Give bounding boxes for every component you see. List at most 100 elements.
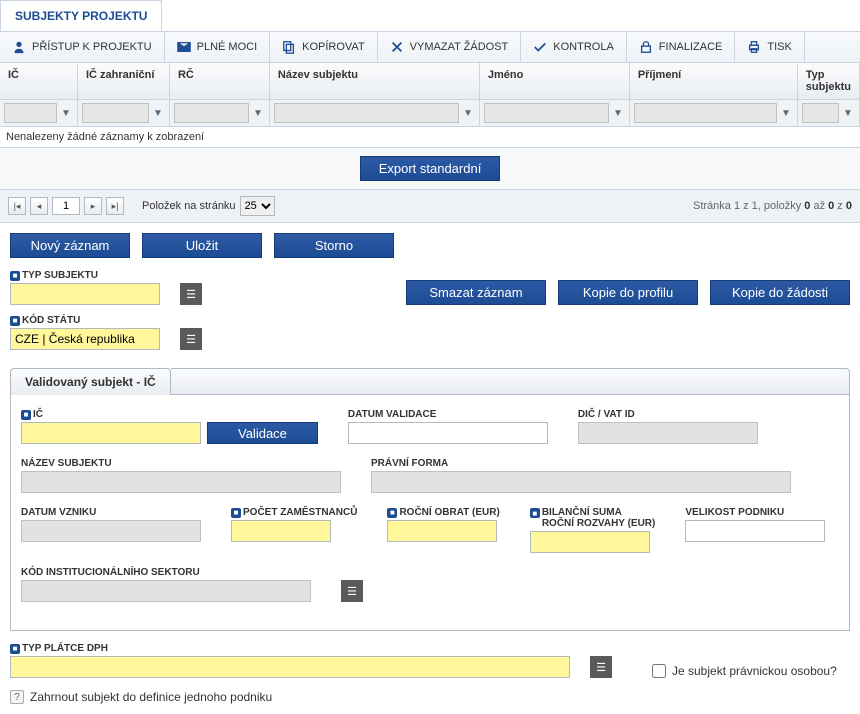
required-icon: ■ — [10, 271, 20, 281]
save-button[interactable]: Uložit — [142, 233, 262, 258]
toolbar-print[interactable]: TISK — [735, 32, 804, 62]
col-name[interactable]: Název subjektu — [270, 63, 480, 99]
tab-subjekty[interactable]: SUBJEKTY PROJEKTU — [0, 0, 162, 31]
ic-input[interactable] — [21, 422, 201, 444]
pager-first[interactable]: |◂ — [8, 197, 26, 215]
pager-prev[interactable]: ◂ — [30, 197, 48, 215]
is-legal-checkbox[interactable] — [652, 664, 666, 678]
validate-button[interactable]: Validace — [207, 422, 318, 444]
filter-last[interactable] — [634, 103, 777, 123]
funnel-icon[interactable]: ▼ — [461, 103, 475, 123]
filter-rc[interactable] — [174, 103, 249, 123]
legal-form-input — [371, 471, 791, 493]
inst-code-label: KÓD INSTITUCIONÁLNÍHO SEKTORU — [21, 567, 311, 578]
delete-record-button[interactable]: Smazat záznam — [406, 280, 546, 305]
toolbar-delete-label: VYMAZAT ŽÁDOST — [410, 41, 509, 53]
funnel-icon[interactable]: ▼ — [779, 103, 793, 123]
date-valid-label: DATUM VALIDACE — [348, 409, 548, 420]
people-icon — [12, 40, 26, 54]
col-ic-foreign[interactable]: IČ zahraniční — [78, 63, 170, 99]
export-button[interactable]: Export standardní — [360, 156, 501, 181]
toolbar-delete[interactable]: VYMAZAT ŽÁDOST — [378, 32, 522, 62]
toolbar: PŘÍSTUP K PROJEKTU PLNÉ MOCI KOPÍROVAT V… — [0, 32, 860, 63]
funnel-icon[interactable]: ▼ — [151, 103, 165, 123]
required-icon: ■ — [10, 316, 20, 326]
vat-type-picker-button[interactable]: ☰ — [590, 656, 612, 678]
employees-label: ■ POČET ZAMĚSTNANCŮ — [231, 507, 357, 518]
required-icon: ■ — [387, 508, 397, 518]
vat-type-input[interactable] — [10, 656, 570, 678]
toolbar-power-label: PLNÉ MOCI — [197, 41, 258, 53]
grid-filter-row: ▼ ▼ ▼ ▼ ▼ ▼ ▼ — [0, 100, 860, 127]
per-page-select[interactable]: 25 — [240, 196, 275, 216]
copy-profile-button[interactable]: Kopie do profilu — [558, 280, 698, 305]
lock-icon — [639, 40, 653, 54]
col-first[interactable]: Jméno — [480, 63, 630, 99]
main-tab-row: SUBJEKTY PROJEKTU — [0, 0, 860, 32]
type-picker-button[interactable]: ☰ — [180, 283, 202, 305]
export-bar: Export standardní — [0, 147, 860, 190]
funnel-icon[interactable]: ▼ — [611, 103, 625, 123]
inst-code-input — [21, 580, 311, 602]
filter-ic-foreign[interactable] — [82, 103, 149, 123]
name-input — [21, 471, 341, 493]
toolbar-access[interactable]: PŘÍSTUP K PROJEKTU — [0, 32, 165, 62]
state-picker-button[interactable]: ☰ — [180, 328, 202, 350]
size-input[interactable] — [685, 520, 825, 542]
subtab-validated[interactable]: Validovaný subjekt - IČ — [10, 368, 171, 395]
grid-header: IČ IČ zahraniční RČ Název subjektu Jméno… — [0, 63, 860, 100]
funnel-icon[interactable]: ▼ — [841, 103, 855, 123]
copy-request-button[interactable]: Kopie do žádosti — [710, 280, 850, 305]
pager-last[interactable]: ▸| — [106, 197, 124, 215]
toolbar-copy[interactable]: KOPÍROVAT — [270, 32, 378, 62]
employees-input[interactable] — [231, 520, 331, 542]
toolbar-power[interactable]: PLNÉ MOCI — [165, 32, 271, 62]
filter-name[interactable] — [274, 103, 459, 123]
turnover-input[interactable] — [387, 520, 497, 542]
toolbar-finalize[interactable]: FINALIZACE — [627, 32, 736, 62]
type-input[interactable] — [10, 283, 160, 305]
legal-form-label: PRÁVNÍ FORMA — [371, 458, 791, 469]
funnel-icon[interactable]: ▼ — [59, 103, 73, 123]
inst-code-picker-button[interactable]: ☰ — [341, 580, 363, 602]
cancel-button[interactable]: Storno — [274, 233, 394, 258]
balance-input[interactable] — [530, 531, 650, 553]
toolbar-check-label: KONTROLA — [553, 41, 614, 53]
check-icon — [533, 40, 547, 54]
new-record-button[interactable]: Nový záznam — [10, 233, 130, 258]
col-type[interactable]: Typ subjektu — [798, 63, 860, 99]
ic-label: ■ IČ — [21, 409, 201, 420]
toolbar-copy-label: KOPÍROVAT — [302, 41, 365, 53]
col-last[interactable]: Příjmení — [630, 63, 798, 99]
col-ic[interactable]: IČ — [0, 63, 78, 99]
pager-page-input[interactable] — [52, 197, 80, 215]
pager: |◂ ◂ ▸ ▸| Položek na stránku 25 Stránka … — [0, 190, 860, 223]
required-icon: ■ — [10, 644, 20, 654]
grid-empty-message: Nenalezeny žádné záznamy k zobrazení — [0, 127, 860, 147]
pager-info: Stránka 1 z 1, položky 0 až 0 z 0 — [693, 200, 852, 212]
toolbar-finalize-label: FINALIZACE — [659, 41, 723, 53]
date-valid-input[interactable] — [348, 422, 548, 444]
vat-type-label: ■ TYP PLÁTCE DPH — [10, 643, 570, 654]
toolbar-print-label: TISK — [767, 41, 791, 53]
filter-ic[interactable] — [4, 103, 57, 123]
toolbar-access-label: PŘÍSTUP K PROJEKTU — [32, 41, 152, 53]
funnel-icon[interactable]: ▼ — [251, 103, 265, 123]
print-icon — [747, 40, 761, 54]
filter-first[interactable] — [484, 103, 609, 123]
dic-input — [578, 422, 758, 444]
date-created-label: DATUM VZNIKU — [21, 507, 201, 518]
validated-panel: ■ IČ Validace DATUM VALIDACE DIČ / VAT I… — [10, 395, 850, 631]
date-created-input — [21, 520, 201, 542]
pager-next[interactable]: ▸ — [84, 197, 102, 215]
help-icon[interactable]: ? — [10, 690, 24, 704]
per-page-label: Položek na stránku — [142, 200, 236, 212]
toolbar-check[interactable]: KONTROLA — [521, 32, 627, 62]
col-rc[interactable]: RČ — [170, 63, 270, 99]
is-legal-label: Je subjekt právnickou osobou? — [672, 664, 837, 678]
state-input[interactable] — [10, 328, 160, 350]
required-icon: ■ — [21, 410, 31, 420]
include-label: Zahrnout subjekt do definice jednoho pod… — [30, 690, 272, 704]
filter-type[interactable] — [802, 103, 839, 123]
name-label: NÁZEV SUBJEKTU — [21, 458, 341, 469]
